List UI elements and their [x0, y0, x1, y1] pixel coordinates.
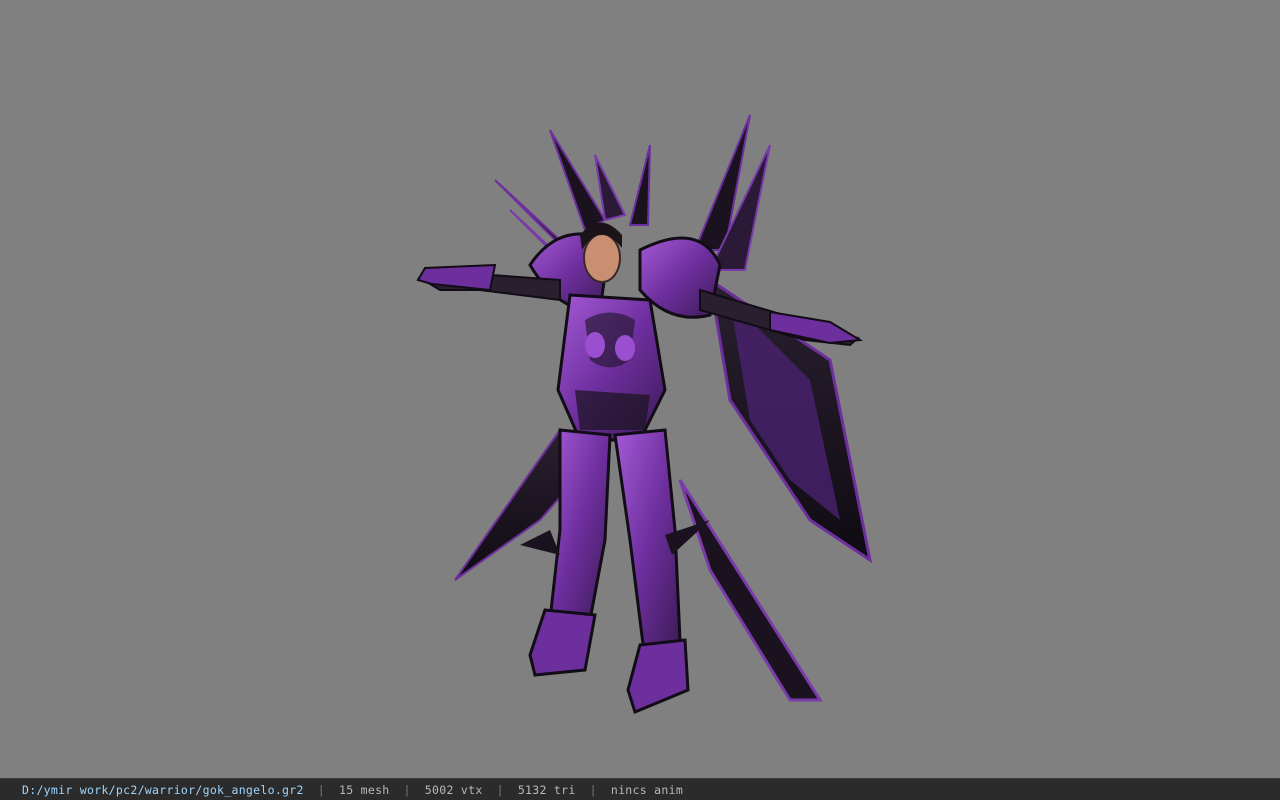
separator: | — [496, 782, 504, 797]
warrior-model-render — [416, 114, 873, 715]
left-boot — [528, 608, 597, 677]
left-gauntlet — [416, 263, 497, 292]
left-leg — [548, 428, 612, 622]
separator: | — [317, 782, 325, 797]
crest-spike-1 — [549, 129, 607, 232]
mesh-count: 15 mesh — [338, 782, 390, 797]
crest-spike-3 — [628, 144, 651, 226]
right-cape-blade — [678, 479, 823, 702]
right-boot — [626, 638, 690, 715]
triangle-count: 5132 tri — [517, 782, 576, 797]
file-path: D:/ymir work/pc2/warrior/gok_angelo.gr2 — [22, 782, 304, 797]
model-viewport[interactable] — [0, 0, 1280, 778]
left-knee-spike — [520, 530, 560, 555]
separator: | — [589, 782, 597, 797]
status-bar: D:/ymir work/pc2/warrior/gok_angelo.gr2 … — [0, 778, 1280, 800]
head — [583, 233, 621, 283]
animation-status: nincs anim — [610, 782, 684, 797]
chest-gem-left — [585, 332, 605, 358]
separator: | — [403, 782, 411, 797]
vertex-count: 5002 vtx — [424, 782, 483, 797]
waist — [575, 390, 650, 430]
chest-gem-right — [615, 335, 635, 361]
